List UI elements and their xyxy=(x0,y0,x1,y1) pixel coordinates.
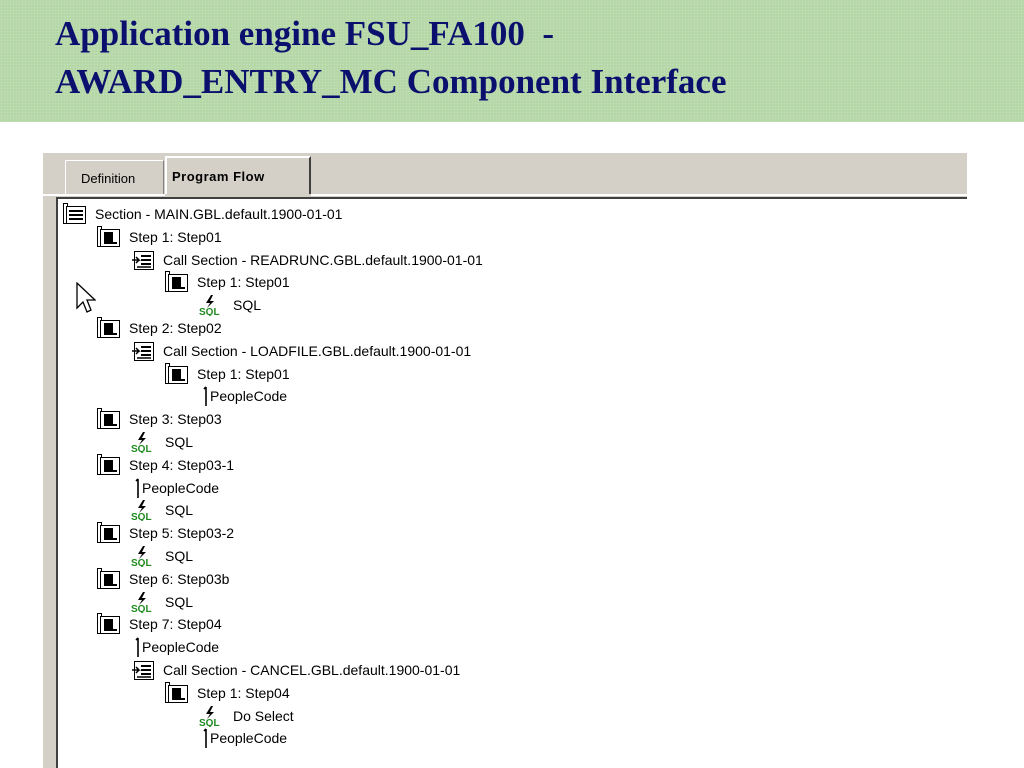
peoplecode-icon xyxy=(203,385,208,407)
tree-node[interactable]: Step 1: Step04 xyxy=(165,681,290,704)
section-icon xyxy=(63,203,87,225)
step-icon xyxy=(97,408,121,430)
sql-icon: SQL xyxy=(131,499,157,521)
tree-node[interactable]: SQL SQL xyxy=(131,545,193,567)
svg-text:SQL: SQL xyxy=(131,604,152,613)
sql-icon: SQL xyxy=(131,545,157,567)
sql-icon: SQL xyxy=(199,705,225,727)
svg-text:SQL: SQL xyxy=(131,558,152,567)
tree-node[interactable]: Step 6: Step03b xyxy=(97,567,230,590)
peoplecode-icon xyxy=(203,727,208,749)
tree-node-label: Call Section - READRUNC.GBL.default.1900… xyxy=(163,251,483,268)
tree-node-label: Call Section - CANCEL.GBL.default.1900-0… xyxy=(163,662,461,678)
peoplecode-icon xyxy=(135,636,140,658)
title-line-2: AWARD_ENTRY_MC Component Interface xyxy=(55,62,727,101)
peoplecode-icon xyxy=(135,477,140,499)
tree-node[interactable]: Step 2: Step02 xyxy=(97,317,222,339)
step-icon xyxy=(165,362,189,385)
tree-node-label: Step 3: Step03 xyxy=(129,411,222,428)
step-icon xyxy=(165,681,189,704)
tree-node-label: Step 1: Step01 xyxy=(197,365,290,382)
mouse-pointer-icon xyxy=(76,282,96,313)
step-icon xyxy=(97,522,121,544)
tree-node-label: SQL xyxy=(165,502,194,519)
tree-node-label: SQL xyxy=(165,548,194,564)
slide-title: Application engine FSU_FA100 - AWARD_ENT… xyxy=(55,10,727,106)
svg-text:SQL: SQL xyxy=(199,307,220,316)
application-engine-window: Definition Program Flow Section - MAIN.G… xyxy=(43,153,967,768)
tree-node[interactable]: PeopleCode xyxy=(203,727,287,749)
tree-node-label: SQL xyxy=(165,593,194,610)
step-icon xyxy=(97,453,121,476)
title-line-1: Application engine FSU_FA100 - xyxy=(55,14,555,53)
call-section-icon xyxy=(131,340,155,362)
tree-node-label: Step 5: Step03-2 xyxy=(129,525,235,542)
step-icon xyxy=(97,225,121,248)
tree-node[interactable]: Call Section - READRUNC.GBL.default.1900… xyxy=(131,249,483,271)
tree-node[interactable]: Step 5: Step03-2 xyxy=(97,522,234,544)
svg-text:SQL: SQL xyxy=(131,512,152,521)
svg-text:SQL: SQL xyxy=(131,444,152,453)
tree-node[interactable]: SQL Do Select xyxy=(199,705,294,727)
sql-icon: SQL xyxy=(131,591,157,613)
tree-node[interactable]: PeopleCode xyxy=(135,477,219,499)
call-section-icon xyxy=(131,249,155,271)
step-icon xyxy=(97,317,121,339)
tree-node-label: Step 7: Step04 xyxy=(129,616,222,633)
tree-node-label: Step 6: Step03b xyxy=(129,570,230,587)
tree-node[interactable]: Call Section - CANCEL.GBL.default.1900-0… xyxy=(131,659,460,681)
tree-node[interactable]: SQL SQL xyxy=(199,294,261,316)
tree-node-label: Step 1: Step01 xyxy=(129,228,222,245)
tree-node[interactable]: Step 1: Step01 xyxy=(165,362,290,385)
tree-node-label: SQL xyxy=(233,297,262,314)
step-icon xyxy=(97,567,121,590)
tab-program-flow[interactable]: Program Flow xyxy=(165,156,311,194)
tree-node[interactable]: SQL SQL xyxy=(131,499,193,521)
title-banner: Application engine FSU_FA100 - AWARD_ENT… xyxy=(0,0,1024,122)
tree-node-label: Step 1: Step04 xyxy=(197,684,290,701)
program-flow-tree: Section - MAIN.GBL.default.1900-01-01 Ste… xyxy=(56,197,967,768)
step-icon xyxy=(97,613,121,635)
call-section-icon xyxy=(131,659,155,681)
tree-node-label: Step 1: Step01 xyxy=(197,274,290,291)
tree-node-label: SQL xyxy=(165,434,194,450)
tree-node[interactable]: Step 7: Step04 xyxy=(97,613,222,635)
tree-node[interactable]: Step 4: Step03-1 xyxy=(97,453,235,476)
tree-node[interactable]: Section - MAIN.GBL.default.1900-01-01 xyxy=(63,203,342,225)
step-icon xyxy=(165,271,189,293)
sql-icon: SQL xyxy=(199,294,225,316)
tree-node[interactable]: PeopleCode xyxy=(135,636,219,658)
tree-node[interactable]: SQL SQL xyxy=(131,591,193,613)
tree-node[interactable]: Step 1: Step01 xyxy=(97,225,222,248)
sql-icon: SQL xyxy=(131,431,157,453)
tab-definition[interactable]: Definition xyxy=(65,160,164,194)
tab-strip-baseline xyxy=(43,194,967,196)
tree-node[interactable]: Step 3: Step03 xyxy=(97,408,222,430)
tree-node-label: PeopleCode xyxy=(142,479,220,496)
tree-node-label: Call Section - LOADFILE.GBL.default.1900… xyxy=(163,342,472,359)
tree-node-label: Do Select xyxy=(233,707,294,724)
tree-node-label: PeopleCode xyxy=(210,388,288,405)
tree-node[interactable]: Step 1: Step01 xyxy=(165,271,290,293)
tree-node-label: PeopleCode xyxy=(210,730,288,747)
tree-node-label: Step 2: Step02 xyxy=(129,320,222,336)
tree-node-label: Step 4: Step03-1 xyxy=(129,456,235,473)
tree-node-label: Section - MAIN.GBL.default.1900-01-01 xyxy=(95,206,343,222)
tree-node[interactable]: SQL SQL xyxy=(131,431,193,453)
tree-node-label: PeopleCode xyxy=(142,639,220,656)
tree-node[interactable]: PeopleCode xyxy=(203,385,287,407)
tree-node[interactable]: Call Section - LOADFILE.GBL.default.1900… xyxy=(131,340,471,362)
svg-text:SQL: SQL xyxy=(199,718,220,727)
